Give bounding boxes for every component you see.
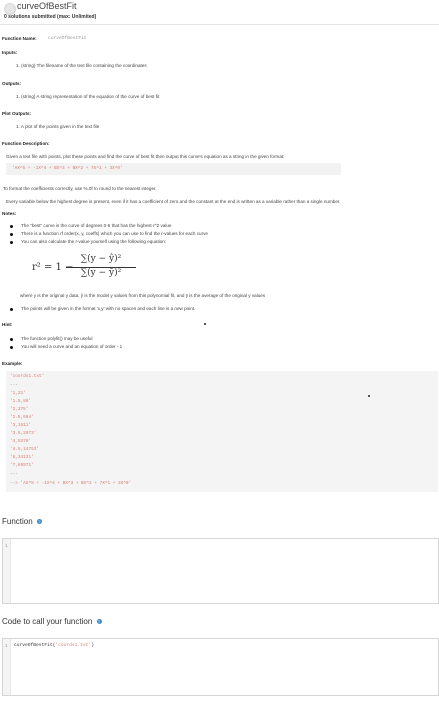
example-box: 'coords1.txt' --- '1,21' '1.5,88' '2,275…: [6, 371, 438, 492]
rounding-text: To format the coefficients correctly, us…: [3, 186, 157, 191]
formula-numerator: ∑(y − ŷ)²: [80, 254, 122, 264]
line-number: 1: [5, 543, 8, 548]
note-item: The "best" curve is the curve of degrees…: [21, 223, 172, 228]
example-line: 'coords1.txt': [10, 374, 45, 379]
format-code-box: 'AX^5 + -1X^4 + BX^3 + BX^2 + 7X^1 + 3X^…: [6, 163, 341, 175]
description-text: Given a text file with points, plot thes…: [6, 154, 285, 159]
divider: [0, 24, 439, 25]
example-line: '1.5,88': [10, 399, 32, 404]
function-name-label: Function Name:: [2, 36, 37, 41]
note-item: You can also calculate the r-value yours…: [21, 239, 167, 244]
bullet: [10, 241, 13, 244]
example-line: '1,21': [10, 391, 26, 396]
example-label: Example:: [2, 361, 23, 366]
r-squared-formula: r² = 1 − ∑(y − ŷ)² ∑(y − ȳ)²: [32, 252, 152, 284]
hint-label: Hint:: [2, 322, 13, 327]
example-line: '6,34131': [10, 455, 34, 460]
function-name-value: curveOfBestFit: [48, 36, 87, 41]
call-title-text: Code to call your function: [2, 617, 93, 626]
points-note: The points will be given in the format '…: [21, 306, 196, 311]
example-line: '7,69971': [10, 463, 34, 468]
call-section-title: Code to call your function ?: [2, 617, 102, 626]
question-circle-icon[interactable]: ?: [36, 519, 42, 525]
example-line: '4,5379': [10, 439, 32, 444]
example-line: '2,275': [10, 407, 29, 412]
formula-denominator: ∑(y − ȳ)²: [80, 268, 122, 278]
hint-item: The function polyfit() may be useful: [21, 336, 93, 341]
problem-title: curveOfBestFit: [17, 1, 77, 11]
call-arg: 'coords1.txt': [55, 643, 92, 648]
call-paren: ): [91, 643, 94, 648]
inputs-label: Inputs:: [2, 50, 18, 55]
variable-text: Every variable below the highest degree …: [6, 199, 341, 204]
plot-outputs-label: Plot Outputs:: [2, 111, 32, 116]
hint-item: You will need a curve and an equation of…: [21, 344, 123, 349]
outputs-label: Outputs:: [2, 81, 22, 86]
problem-header: curveOfBestFit 0 solutions submitted (ma…: [0, 0, 439, 22]
example-line: '3.5,2973': [10, 431, 37, 436]
example-line: '4.5,14753': [10, 447, 39, 452]
output-item: 1. (string) A string representation of t…: [16, 94, 160, 99]
example-line: ---: [10, 383, 18, 388]
bullet: [10, 225, 13, 228]
call-fn-name: curveOfBestFit(: [14, 643, 56, 648]
note-item: There is a function rf order(x, y, coeff…: [21, 231, 208, 236]
bullet: [10, 346, 13, 349]
where-text: where y is the original y data, ŷ is the…: [20, 293, 266, 298]
marker-dot: [368, 395, 370, 397]
description-label: Function Description:: [2, 141, 50, 146]
formula-fraction: ∑(y − ŷ)² ∑(y − ȳ)²: [66, 254, 136, 282]
example-line: ---: [10, 472, 18, 477]
question-circle-icon[interactable]: ?: [96, 619, 102, 625]
example-line: '3,1511': [10, 423, 32, 428]
submission-count: 0 solutions submitted (max: Unlimited): [4, 14, 97, 20]
format-code: 'AX^5 + -1X^4 + BX^3 + BX^2 + 7X^1 + 3X^…: [12, 166, 123, 171]
notes-label: Notes:: [2, 211, 17, 216]
plot-output-item: 1. A plot of the points given in the tex…: [16, 124, 100, 129]
bullet: [10, 308, 13, 311]
call-editor[interactable]: 1 curveOfBestFit('coords1.txt'): [2, 638, 439, 696]
input-item: 1. (string) The filename of the text fil…: [16, 63, 147, 68]
function-editor[interactable]: 1: [2, 538, 439, 604]
example-line: '2.5,694': [10, 415, 34, 420]
marker-dot: [204, 323, 206, 325]
line-gutter: 1: [3, 539, 11, 603]
call-code-line: curveOfBestFit('coords1.txt'): [14, 643, 94, 648]
line-number: 1: [5, 643, 8, 648]
bullet: [10, 233, 13, 236]
function-section-title: Function ?: [2, 517, 42, 526]
example-line: --> 'AX^5 + -1X^4 + BX^3 + BX^2 + 7X^1 +…: [10, 481, 132, 486]
line-gutter: 1: [3, 639, 11, 695]
bullet: [10, 338, 13, 341]
function-title-text: Function: [2, 517, 33, 526]
